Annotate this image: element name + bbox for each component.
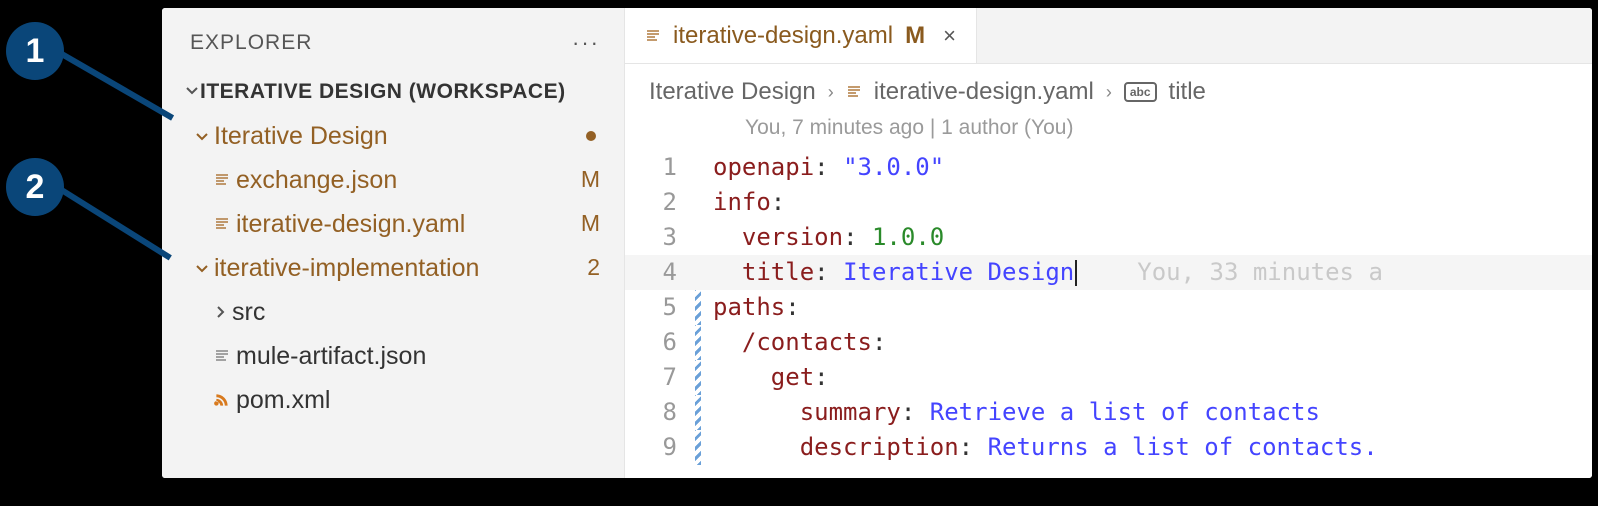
workspace-header[interactable]: ITERATIVE DESIGN (WORKSPACE) xyxy=(162,74,624,114)
code-line[interactable]: 4 title: Iterative DesignYou, 33 minutes… xyxy=(625,255,1592,290)
breadcrumbs[interactable]: Iterative Design › iterative-design.yaml… xyxy=(625,64,1592,112)
line-number: 3 xyxy=(625,220,695,255)
rss-icon xyxy=(208,391,236,409)
tree-folder-iterative-implementation[interactable]: iterative-implementation 2 xyxy=(168,246,624,290)
modified-badge: M xyxy=(581,166,600,194)
change-indicator xyxy=(695,325,701,360)
file-lines-icon xyxy=(208,216,236,232)
line-number: 9 xyxy=(625,430,695,465)
breadcrumb-symbol[interactable]: title xyxy=(1169,78,1206,106)
code-editor[interactable]: 1openapi: "3.0.0"2info:3 version: 1.0.04… xyxy=(625,150,1592,465)
code-content[interactable]: /contacts: xyxy=(713,325,1592,360)
change-indicator xyxy=(695,395,701,430)
tab-close-button[interactable]: × xyxy=(943,23,956,49)
workspace-name: ITERATIVE DESIGN (WORKSPACE) xyxy=(200,80,566,104)
editor-tab-active[interactable]: iterative-design.yaml M × xyxy=(625,8,977,63)
chevron-down-icon xyxy=(184,80,200,104)
change-indicator xyxy=(695,430,701,465)
tree-file-mule-artifact-json[interactable]: mule-artifact.json xyxy=(168,334,624,378)
line-number: 6 xyxy=(625,325,695,360)
chevron-down-icon xyxy=(190,128,214,144)
code-content[interactable]: title: Iterative DesignYou, 33 minutes a xyxy=(713,255,1592,290)
tab-modified-indicator: M xyxy=(905,22,925,50)
file-lines-icon xyxy=(846,84,862,100)
breadcrumb-file[interactable]: iterative-design.yaml xyxy=(874,78,1094,106)
tree-item-label: exchange.json xyxy=(236,165,581,195)
line-number: 8 xyxy=(625,395,695,430)
git-blame-inline: You, 33 minutes a xyxy=(1137,258,1383,286)
chevron-right-icon xyxy=(208,304,232,320)
changes-count-badge: 2 xyxy=(587,254,600,282)
explorer-title: EXPLORER xyxy=(190,31,312,55)
code-content[interactable]: version: 1.0.0 xyxy=(713,220,1592,255)
line-number: 7 xyxy=(625,360,695,395)
chevron-down-icon xyxy=(190,260,214,276)
ide-window: EXPLORER ··· ITERATIVE DESIGN (WORKSPACE… xyxy=(162,8,1592,478)
tree-item-label: src xyxy=(232,297,600,327)
tab-filename: iterative-design.yaml xyxy=(673,22,893,50)
code-line[interactable]: 5 paths: xyxy=(625,290,1592,325)
line-number: 2 xyxy=(625,185,695,220)
file-lines-icon xyxy=(208,172,236,188)
explorer-more-button[interactable]: ··· xyxy=(572,30,600,56)
tree-file-iterative-design-yaml[interactable]: iterative-design.yaml M xyxy=(168,202,624,246)
code-line[interactable]: 8 summary: Retrieve a list of contacts xyxy=(625,395,1592,430)
code-content[interactable]: openapi: "3.0.0" xyxy=(713,150,1592,185)
annotation-number: 2 xyxy=(26,168,45,207)
code-content[interactable]: paths: xyxy=(713,290,1592,325)
annotation-badge-1: 1 xyxy=(6,22,64,80)
editor-pane: iterative-design.yaml M × Iterative Desi… xyxy=(625,8,1592,478)
modified-dot-icon xyxy=(586,131,596,141)
code-content[interactable]: description: Returns a list of contacts. xyxy=(713,430,1592,465)
code-content[interactable]: get: xyxy=(713,360,1592,395)
code-content[interactable]: summary: Retrieve a list of contacts xyxy=(713,395,1592,430)
tree-item-label: pom.xml xyxy=(236,385,600,415)
file-tree: Iterative Design exchange.json M iterati… xyxy=(162,114,624,422)
annotation-badge-2: 2 xyxy=(6,158,64,216)
tree-folder-iterative-design[interactable]: Iterative Design xyxy=(168,114,624,158)
code-line[interactable]: 6 /contacts: xyxy=(625,325,1592,360)
change-indicator xyxy=(695,360,701,395)
line-number: 5 xyxy=(625,290,695,325)
code-line[interactable]: 1 openapi: "3.0.0" xyxy=(625,150,1592,185)
change-indicator xyxy=(695,185,701,220)
breadcrumb-root[interactable]: Iterative Design xyxy=(649,78,816,106)
tree-folder-src[interactable]: src xyxy=(168,290,624,334)
chevron-right-icon: › xyxy=(1106,82,1112,103)
tree-item-label: iterative-implementation xyxy=(214,253,587,283)
change-indicator xyxy=(695,220,701,255)
annotation-number: 1 xyxy=(26,32,45,71)
tree-file-exchange-json[interactable]: exchange.json M xyxy=(168,158,624,202)
line-number: 4 xyxy=(625,255,695,290)
annotation-line-1 xyxy=(59,50,175,120)
editor-tabs: iterative-design.yaml M × xyxy=(625,8,1592,64)
tree-item-label: iterative-design.yaml xyxy=(236,209,581,239)
chevron-right-icon: › xyxy=(828,82,834,103)
text-cursor xyxy=(1075,260,1077,286)
code-line[interactable]: 7 get: xyxy=(625,360,1592,395)
line-number: 1 xyxy=(625,150,695,185)
file-lines-icon xyxy=(645,28,661,44)
change-indicator xyxy=(695,290,701,325)
code-line[interactable]: 9 description: Returns a list of contact… xyxy=(625,430,1592,465)
modified-badge: M xyxy=(581,210,600,238)
annotation-line-2 xyxy=(58,186,171,260)
change-indicator xyxy=(695,150,701,185)
git-codelens[interactable]: You, 7 minutes ago | 1 author (You) xyxy=(625,112,1592,150)
tree-item-label: mule-artifact.json xyxy=(236,341,600,371)
file-lines-icon xyxy=(208,348,236,364)
explorer-header: EXPLORER ··· xyxy=(162,20,624,74)
tree-file-pom-xml[interactable]: pom.xml xyxy=(168,378,624,422)
explorer-sidebar: EXPLORER ··· ITERATIVE DESIGN (WORKSPACE… xyxy=(162,8,625,478)
code-content[interactable]: info: xyxy=(713,185,1592,220)
symbol-string-icon: abc xyxy=(1124,82,1157,102)
code-line[interactable]: 2 info: xyxy=(625,185,1592,220)
code-line[interactable]: 3 version: 1.0.0 xyxy=(625,220,1592,255)
tree-item-label: Iterative Design xyxy=(214,121,586,151)
change-indicator xyxy=(695,255,701,290)
